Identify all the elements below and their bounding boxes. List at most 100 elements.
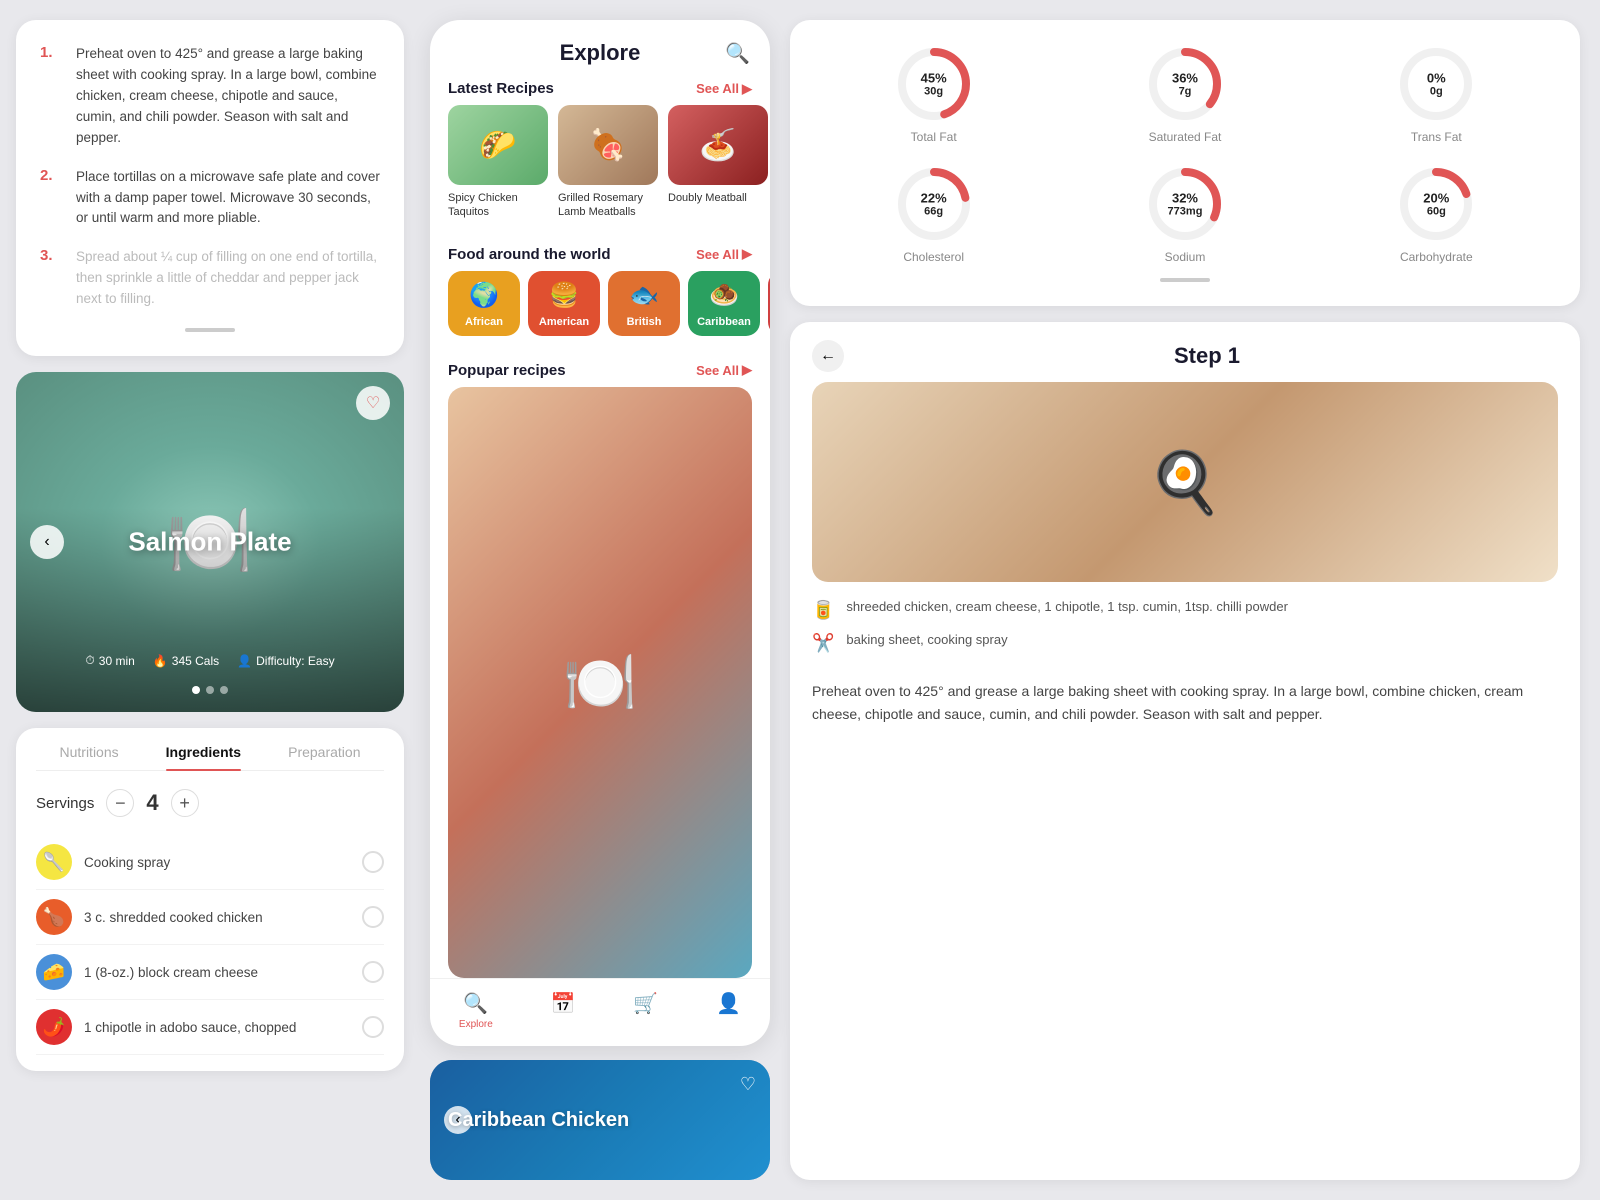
ingredient-icon-3: 🧀 <box>36 954 72 990</box>
british-icon: 🐟 <box>629 281 659 310</box>
sodium-ring: 32% 773mg <box>1145 164 1225 244</box>
total-fat-ring: 45% 30g <box>894 44 974 124</box>
step-card: ← Step 1 🍳 🥫 shreeded chicken, cream che… <box>790 322 1580 1180</box>
dot-3[interactable] <box>220 686 228 694</box>
recipe-cals: 🔥 345 Cals <box>153 653 219 668</box>
recipe-favorite-button[interactable]: ♡ <box>356 386 390 420</box>
cholesterol-ring: 22% 66g <box>894 164 974 244</box>
step-description: Preheat oven to 425° and grease a large … <box>790 680 1580 746</box>
recipe-title: Salmon Plate <box>128 527 291 558</box>
right-panel: 45% 30g Total Fat 36% 7g <box>780 0 1600 1200</box>
total-fat-pct: 45% <box>921 71 947 86</box>
african-label: African <box>465 316 503 328</box>
scroll-indicator <box>40 328 380 332</box>
nutrition-total-fat: 45% 30g Total Fat <box>818 44 1049 144</box>
step-text-2: Place tortillas on a microwave safe plat… <box>76 167 380 230</box>
step-item-2: 2. Place tortillas on a microwave safe p… <box>40 167 380 230</box>
ingredient-check-2[interactable] <box>362 906 384 928</box>
cuisine-chinese[interactable]: 🍜 Chin <box>768 271 770 336</box>
cuisine-british[interactable]: 🐟 British <box>608 271 680 336</box>
explore-title: Explore <box>560 40 641 66</box>
tab-nutritions[interactable]: Nutritions <box>60 744 119 770</box>
recipe-thumb-img-2: 🍖 <box>558 105 658 185</box>
tabs-row: Nutritions Ingredients Preparation <box>36 744 384 771</box>
step-title: Step 1 <box>856 343 1558 369</box>
caribbean-label: Caribbean <box>697 316 751 328</box>
recipe-thumb-2[interactable]: 🍖 Grilled Rosemary Lamb Meatballs <box>558 105 658 220</box>
popular-see-all[interactable]: See All ▶ <box>696 362 752 378</box>
ingredient-text-3: 1 (8-oz.) block cream cheese <box>84 965 258 980</box>
sodium-val: 773mg <box>1168 206 1203 218</box>
cuisine-american[interactable]: 🍔 American <box>528 271 600 336</box>
british-label: British <box>627 316 662 328</box>
tab-ingredients[interactable]: Ingredients <box>166 744 241 770</box>
recipe-card: 🍽️ ‹ ♡ Salmon Plate ⏱ 30 min 🔥 345 Cals … <box>16 372 404 712</box>
search-icon[interactable]: 🔍 <box>725 41 750 66</box>
step-back-button[interactable]: ← <box>812 340 844 372</box>
nav-profile-icon: 👤 <box>716 991 741 1016</box>
caribbean-favorite-button[interactable]: ♡ <box>740 1074 756 1095</box>
nav-explore[interactable]: 🔍 Explore <box>459 991 493 1030</box>
cholesterol-val: 66g <box>921 206 947 218</box>
carbohydrate-pct: 20% <box>1423 191 1449 206</box>
total-fat-val: 30g <box>921 86 947 98</box>
cuisine-scroll[interactable]: 🌍 African 🍔 American 🐟 British 🧆 Caribbe… <box>430 271 770 348</box>
latest-recipes-header: Latest Recipes See All ▶ <box>430 66 770 105</box>
ingredient-check-4[interactable] <box>362 1016 384 1038</box>
nutrition-carbohydrate: 20% 60g Carbohydrate <box>1321 164 1552 264</box>
step-card-header: ← Step 1 <box>790 322 1580 382</box>
nav-profile[interactable]: 👤 <box>716 991 741 1030</box>
nutrition-scroll-indicator <box>1160 278 1210 282</box>
popular-recipe-image: 🍽️ <box>448 387 752 978</box>
american-icon: 🍔 <box>549 281 579 310</box>
step-ingredient-text-1: shreeded chicken, cream cheese, 1 chipot… <box>846 598 1288 616</box>
saturated-fat-pct: 36% <box>1172 71 1198 86</box>
step-image: 🍳 <box>812 382 1558 582</box>
latest-recipes-scroll[interactable]: 🌮 Spicy Chicken Taquitos 🍖 Grilled Rosem… <box>430 105 770 232</box>
food-around-see-all[interactable]: See All ▶ <box>696 246 752 262</box>
servings-increase-button[interactable]: + <box>171 789 199 817</box>
servings-label: Servings <box>36 795 94 812</box>
step-ingredient-icon-1: 🥫 <box>812 600 834 621</box>
carbohydrate-label: Carbohydrate <box>1400 250 1473 264</box>
recipe-prev-button[interactable]: ‹ <box>30 525 64 559</box>
nav-explore-icon: 🔍 <box>463 991 488 1016</box>
nutrition-cholesterol: 22% 66g Cholesterol <box>818 164 1049 264</box>
ingredient-check-3[interactable] <box>362 961 384 983</box>
step-ingredient-1: 🥫 shreeded chicken, cream cheese, 1 chip… <box>812 598 1558 621</box>
cuisine-caribbean[interactable]: 🧆 Caribbean <box>688 271 760 336</box>
nutrition-card: 45% 30g Total Fat 36% 7g <box>790 20 1580 306</box>
trans-fat-label: Trans Fat <box>1411 130 1462 144</box>
total-fat-label: Total Fat <box>911 130 957 144</box>
latest-recipes-see-all[interactable]: See All ▶ <box>696 81 752 97</box>
nav-calendar[interactable]: 📅 <box>551 991 576 1030</box>
recipe-thumb-3[interactable]: 🍝 Doubly Meatball <box>668 105 768 220</box>
food-around-label: Food around the world <box>448 246 610 263</box>
step-number-1: 1. <box>40 44 62 149</box>
dot-2[interactable] <box>206 686 214 694</box>
step-item-1: 1. Preheat oven to 425° and grease a lar… <box>40 44 380 149</box>
nav-cart[interactable]: 🛒 <box>633 991 658 1030</box>
carbohydrate-ring: 20% 60g <box>1396 164 1476 244</box>
recipe-difficulty: 👤 Difficulty: Easy <box>237 653 334 668</box>
nutrition-saturated-fat: 36% 7g Saturated Fat <box>1069 44 1300 144</box>
nutrition-sodium: 32% 773mg Sodium <box>1069 164 1300 264</box>
ingredient-check-1[interactable] <box>362 851 384 873</box>
popular-arrow-icon: ▶ <box>742 362 752 378</box>
left-panel: 1. Preheat oven to 425° and grease a lar… <box>0 0 420 1200</box>
sodium-label: Sodium <box>1165 250 1206 264</box>
servings-row: Servings − 4 + <box>36 789 384 817</box>
food-around-header: Food around the world See All ▶ <box>430 232 770 271</box>
caribbean-title: Caribbean Chicken <box>430 1109 647 1132</box>
ingredient-icon-1: 🥄 <box>36 844 72 880</box>
dot-1[interactable] <box>192 686 200 694</box>
food-around-arrow-icon: ▶ <box>742 246 752 262</box>
recipe-thumb-1[interactable]: 🌮 Spicy Chicken Taquitos <box>448 105 548 220</box>
tab-preparation[interactable]: Preparation <box>288 744 360 770</box>
servings-decrease-button[interactable]: − <box>106 789 134 817</box>
step-ingredient-icon-2: ✂️ <box>812 633 834 654</box>
step-item-3: 3. Spread about ¼ cup of filling on one … <box>40 247 380 310</box>
cuisine-african[interactable]: 🌍 African <box>448 271 520 336</box>
trans-fat-val: 0g <box>1427 86 1446 98</box>
recipe-thumb-name-3: Doubly Meatball <box>668 191 768 205</box>
